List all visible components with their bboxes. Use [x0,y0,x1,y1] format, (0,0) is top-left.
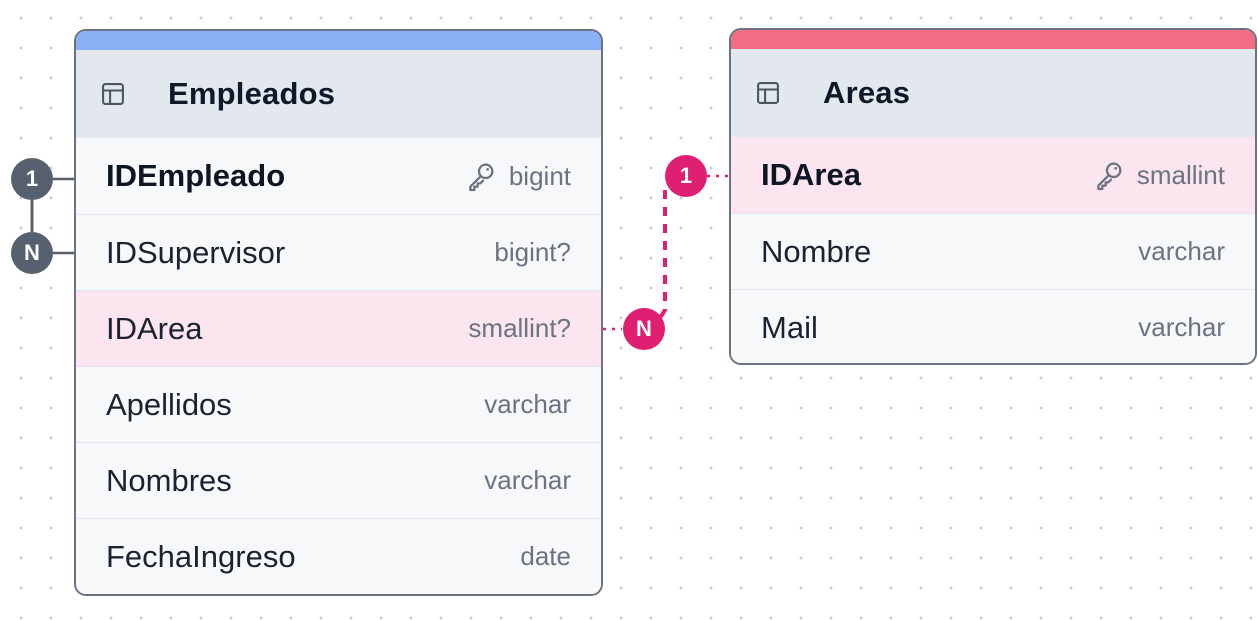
column-type: bigint? [494,237,571,267]
column-row-idempleado[interactable]: IDEmpleado bigint [76,138,601,214]
cardinality-badge-one[interactable]: 1 [11,158,53,200]
column-type: smallint [1136,159,1225,190]
column-name: Nombre [761,233,872,269]
column-type: varchar [484,389,571,419]
table-title: Empleados [168,76,336,111]
column-name: IDSupervisor [106,234,286,270]
column-name: IDArea [761,157,861,192]
table-title: Areas [823,75,911,110]
column-type: varchar [1138,236,1225,266]
area-relationship-line[interactable] [658,190,667,320]
column-type: varchar [484,465,571,495]
table-accent-bar [76,31,601,50]
table-icon [98,79,128,109]
column-name: IDEmpleado [106,158,286,193]
column-name: Mail [761,309,818,345]
column-row-idarea[interactable]: IDArea smallint? [76,290,601,366]
table-empleados[interactable]: Empleados IDEmpleado bigint IDSupervisor… [74,29,603,596]
column-name: IDArea [106,310,203,346]
column-name: Nombres [106,462,232,498]
column-row-nombre[interactable]: Nombre varchar [731,213,1255,289]
column-type: bigint [508,160,571,191]
column-row-nombres[interactable]: Nombres varchar [76,442,601,518]
table-icon [753,78,783,108]
primary-key-icon [465,160,497,192]
column-type: smallint? [468,313,571,343]
table-header[interactable]: Empleados [76,50,601,138]
diagram-canvas[interactable]: Empleados IDEmpleado bigint IDSupervisor… [0,0,1258,620]
column-name: FechaIngreso [106,538,296,574]
cardinality-badge-one[interactable]: 1 [665,155,707,197]
cardinality-badge-many[interactable]: N [11,232,53,274]
column-name: Apellidos [106,386,232,422]
column-row-apellidos[interactable]: Apellidos varchar [76,366,601,442]
table-areas[interactable]: Areas IDArea smallint Nombre varchar Mai… [729,28,1257,365]
primary-key-icon [1093,159,1125,191]
column-type: varchar [1138,312,1225,342]
column-row-mail[interactable]: Mail varchar [731,289,1255,363]
table-accent-bar [731,30,1255,49]
table-header[interactable]: Areas [731,49,1255,137]
column-row-idsupervisor[interactable]: IDSupervisor bigint? [76,214,601,290]
cardinality-badge-many[interactable]: N [623,308,665,350]
column-type: date [520,541,571,571]
column-row-fechaingreso[interactable]: FechaIngreso date [76,518,601,594]
column-row-idarea[interactable]: IDArea smallint [731,137,1255,213]
